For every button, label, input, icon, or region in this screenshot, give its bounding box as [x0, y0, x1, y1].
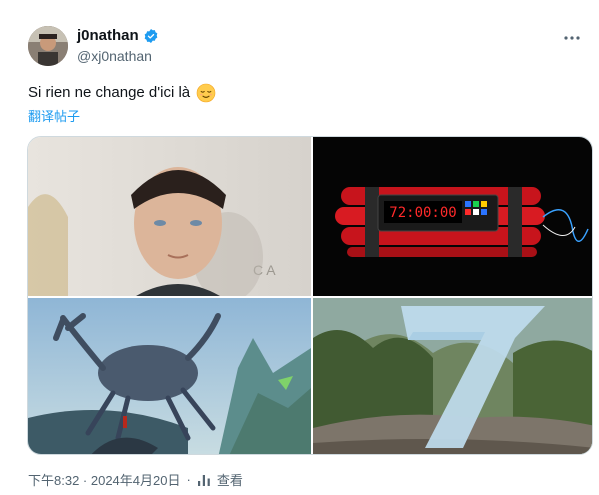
tweet: j0nathan @xj0nathan Si rien ne change d'… — [0, 0, 599, 495]
author-handle[interactable]: @xj0nathan — [77, 48, 152, 64]
verified-badge-icon — [143, 28, 159, 44]
media-image-number-seven[interactable] — [313, 298, 592, 454]
media-image-portrait[interactable]: C A — [28, 137, 311, 296]
tweet-text-row: Si rien ne change d'ici là — [28, 83, 216, 103]
author-display-name[interactable]: j0nathan — [77, 27, 139, 44]
avatar[interactable] — [28, 26, 68, 66]
tweet-timestamp[interactable]: 下午8:32 · 2024年4月20日 — [28, 470, 180, 489]
media-grid: C A 72:00:00 — [27, 136, 593, 455]
views-label[interactable]: 查看 — [217, 470, 243, 489]
views-icon — [197, 473, 211, 487]
footer-separator: · — [186, 472, 191, 487]
tweet-footer: 下午8:32 · 2024年4月20日 · 查看 — [28, 470, 243, 489]
more-options-icon[interactable] — [561, 27, 583, 49]
timer-display-text: 72:00:00 — [389, 205, 456, 221]
author-name-row[interactable]: j0nathan — [77, 27, 159, 44]
relieved-face-icon — [196, 83, 216, 103]
media-image-timer-bomb[interactable]: 72:00:00 — [313, 137, 592, 296]
translate-post-link[interactable]: 翻译帖子 — [28, 106, 80, 125]
tweet-text: Si rien ne change d'ici là — [28, 84, 191, 101]
media-image-giant-crab[interactable] — [28, 298, 311, 454]
